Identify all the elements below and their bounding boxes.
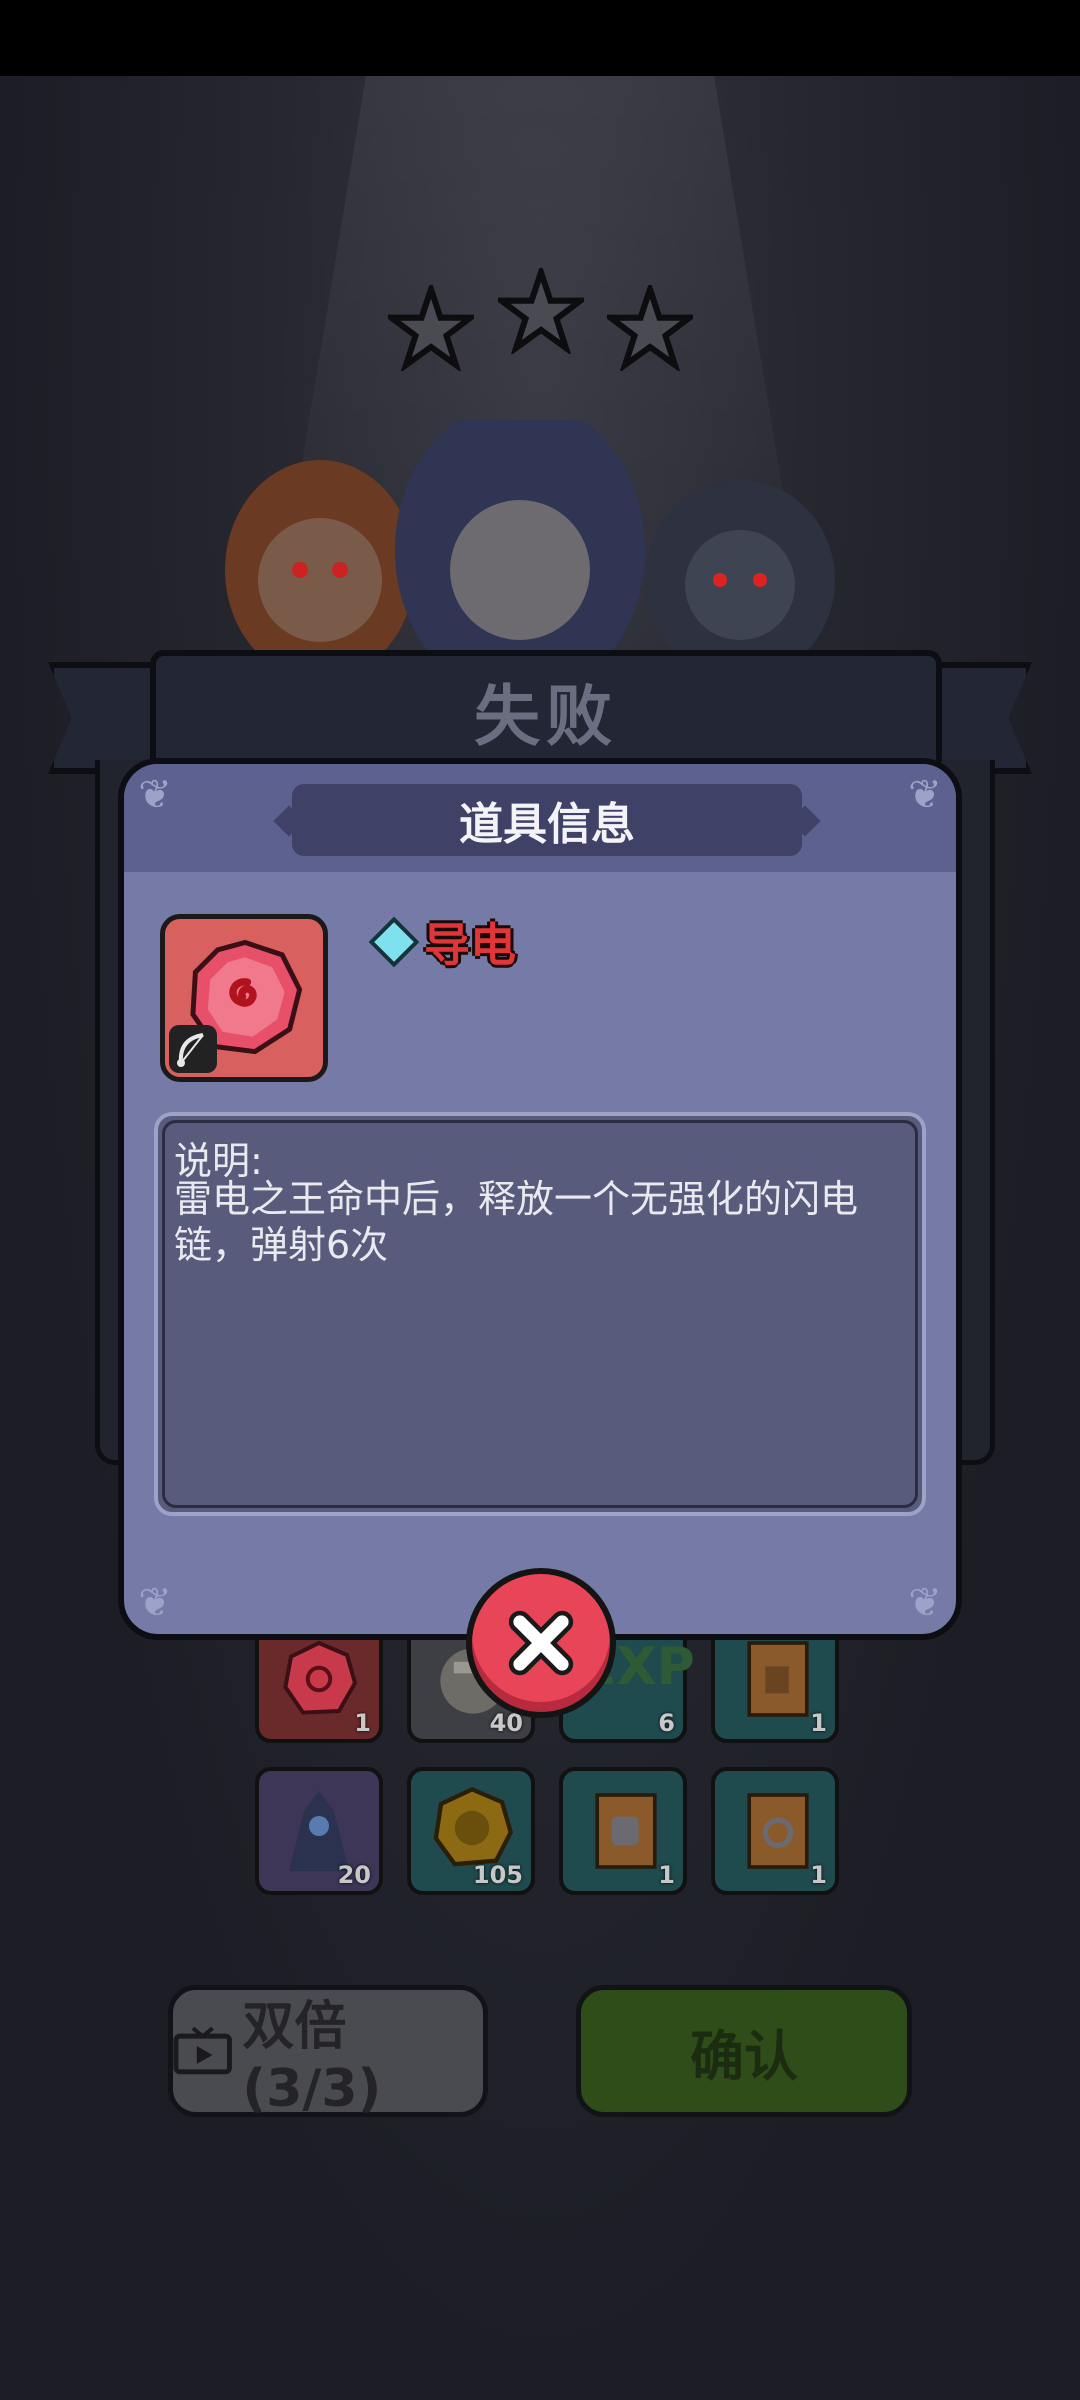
reward-count: 105 bbox=[472, 1861, 523, 1889]
reward-count: 1 bbox=[810, 1861, 827, 1889]
description-box: 说明: 雷电之王命中后，释放一个无强化的闪电链，弹射6次 bbox=[154, 1112, 926, 1516]
star-icon bbox=[388, 285, 474, 371]
tv-icon bbox=[173, 2026, 232, 2075]
description-text: 雷电之王命中后，释放一个无强化的闪电链，弹射6次 bbox=[174, 1177, 859, 1267]
corner-flourish: ❦ bbox=[908, 1580, 942, 1626]
reward-count: 1 bbox=[354, 1709, 371, 1737]
dialog-title: 道具信息 bbox=[459, 799, 635, 850]
item-name: 导电 bbox=[424, 918, 516, 972]
reward-slot[interactable]: 105 bbox=[407, 1767, 535, 1895]
double-reward-label: 双倍(3/3) bbox=[242, 1996, 382, 2119]
corner-flourish: ❦ bbox=[138, 1580, 172, 1626]
lightning-gem-icon bbox=[283, 1640, 358, 1715]
double-reward-button[interactable]: 双倍(3/3) bbox=[168, 1985, 488, 2119]
corner-flourish: ❦ bbox=[908, 772, 942, 818]
confirm-button[interactable]: 确认 bbox=[576, 1985, 912, 2117]
status-bar bbox=[0, 0, 1080, 76]
corner-flourish: ❦ bbox=[138, 772, 172, 818]
reward-slot[interactable]: 1 bbox=[559, 1767, 687, 1895]
reward-count: 6 bbox=[658, 1709, 675, 1737]
reward-slot[interactable]: 20 bbox=[255, 1767, 383, 1895]
close-icon bbox=[508, 1610, 574, 1676]
star-icon bbox=[498, 268, 584, 354]
rarity-gem-icon bbox=[368, 916, 420, 968]
item-name-row: 导电 bbox=[368, 912, 516, 972]
reward-count: 1 bbox=[810, 1709, 827, 1737]
reward-count: 1 bbox=[658, 1861, 675, 1889]
bow-weapon-icon bbox=[169, 1025, 217, 1073]
item-info-dialog: 道具信息 ❦ ❦ ❦ ❦ 导电 说明: 雷电之王命中后，释放一个无强化的闪电链，… bbox=[118, 758, 962, 1640]
confirm-label: 确认 bbox=[690, 2024, 798, 2088]
star-icon bbox=[607, 285, 693, 371]
item-icon bbox=[160, 914, 328, 1082]
reward-slot[interactable]: 1 bbox=[711, 1767, 839, 1895]
hero-group-illustration bbox=[225, 420, 835, 660]
reward-count: 20 bbox=[337, 1861, 371, 1889]
close-button[interactable] bbox=[466, 1568, 616, 1718]
gold-coin-icon bbox=[433, 1786, 514, 1867]
result-title: 失败 bbox=[474, 678, 618, 755]
